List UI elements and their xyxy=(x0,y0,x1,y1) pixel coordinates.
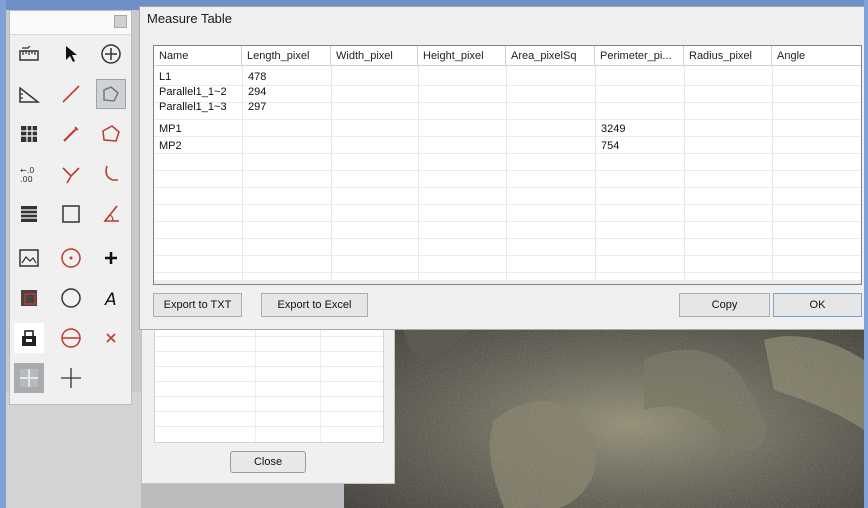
grid-line xyxy=(154,204,861,205)
cell-perimeter: 3249 xyxy=(601,123,626,135)
grid-line xyxy=(154,153,861,154)
column-header-radius[interactable]: Radius_pixel xyxy=(684,46,772,66)
cell-perimeter: 754 xyxy=(601,140,620,152)
decimal-precision-icon[interactable]: ←.0.00 xyxy=(14,159,44,189)
grid-line xyxy=(331,66,332,284)
workspace-lower xyxy=(6,392,141,508)
grid-row xyxy=(155,412,383,427)
grid-row xyxy=(155,367,383,382)
grid-line xyxy=(154,136,861,137)
line-tool-icon[interactable] xyxy=(56,79,86,109)
svg-text:←.0: ←.0 xyxy=(20,166,34,175)
dialog-title: Measure Table xyxy=(147,11,233,26)
measure-table[interactable]: Name Length_pixel Width_pixel Height_pix… xyxy=(153,45,862,285)
column-header-height[interactable]: Height_pixel xyxy=(418,46,506,66)
polyline-tool-icon[interactable] xyxy=(96,79,126,109)
rectangle-tool-icon[interactable] xyxy=(56,199,86,229)
delete-x-icon[interactable] xyxy=(96,323,126,353)
cell-name: Parallel1_1~2 xyxy=(159,86,227,98)
horizontal-scrollbar[interactable] xyxy=(154,280,861,284)
grid-line xyxy=(154,221,861,222)
grid-row xyxy=(155,352,383,367)
grid-line xyxy=(154,187,861,188)
svg-text:.00: .00 xyxy=(20,175,33,184)
grid-row xyxy=(155,337,383,352)
copy-button[interactable]: Copy xyxy=(679,293,770,317)
cell-name: MP1 xyxy=(159,123,182,135)
grid-line xyxy=(154,170,861,171)
grid-line xyxy=(684,66,685,284)
measure-list-grid xyxy=(154,321,384,443)
column-header-perimeter[interactable]: Perimeter_pi... xyxy=(595,46,684,66)
palette-close-icon[interactable] xyxy=(114,15,127,28)
ok-button[interactable]: OK xyxy=(773,293,862,317)
crosshair-line-icon[interactable] xyxy=(56,363,86,393)
grid-line xyxy=(506,66,507,284)
cell-name: L1 xyxy=(159,71,172,83)
cell-name: Parallel1_1~3 xyxy=(159,101,227,113)
circle-center-icon[interactable] xyxy=(56,243,86,273)
close-button[interactable]: Close xyxy=(230,451,306,473)
grid-line xyxy=(242,66,243,284)
grid-line xyxy=(154,238,861,239)
grid-line xyxy=(154,255,861,256)
cell-length: 294 xyxy=(248,86,267,98)
window-left-frame xyxy=(0,0,6,508)
arc-tool-icon[interactable] xyxy=(96,159,126,189)
column-header-length[interactable]: Length_pixel xyxy=(242,46,331,66)
pencil-line-icon[interactable] xyxy=(56,119,86,149)
column-header-angle[interactable]: Angle xyxy=(772,46,861,66)
tool-palette: ←.0.00 A xyxy=(9,10,132,405)
tool-palette-header xyxy=(10,11,131,35)
grid-line xyxy=(154,272,861,273)
grid-line xyxy=(772,66,773,284)
polygon-tool-icon[interactable] xyxy=(96,119,126,149)
column-header-width[interactable]: Width_pixel xyxy=(331,46,418,66)
lock-print-icon[interactable] xyxy=(14,323,44,353)
export-excel-button[interactable]: Export to Excel xyxy=(261,293,368,317)
angle-measure-icon[interactable] xyxy=(96,199,126,229)
grid-line xyxy=(418,66,419,284)
measure-table-dialog: Measure Table Name Length_pixel Width_pi… xyxy=(139,6,868,330)
grid-row xyxy=(155,397,383,412)
list-table-icon[interactable] xyxy=(14,199,44,229)
grid-row xyxy=(155,382,383,397)
table-grid-icon[interactable] xyxy=(14,119,44,149)
svg-text:A: A xyxy=(104,290,117,310)
crop-icon[interactable] xyxy=(14,283,44,313)
camera-image[interactable] xyxy=(344,300,864,508)
text-tool-icon[interactable]: A xyxy=(96,283,126,313)
image-view-icon[interactable] xyxy=(14,243,44,273)
cell-length: 297 xyxy=(248,101,267,113)
point-plus-icon[interactable] xyxy=(96,243,126,273)
calibration-ruler-icon[interactable] xyxy=(14,39,44,69)
circle-diameter-icon[interactable] xyxy=(56,323,86,353)
column-header-name[interactable]: Name xyxy=(154,46,242,66)
coin-image xyxy=(344,300,864,508)
cell-name: MP2 xyxy=(159,140,182,152)
grid-cross-icon[interactable] xyxy=(14,363,44,393)
grid-line xyxy=(595,66,596,284)
angle-lines-icon[interactable] xyxy=(56,159,86,189)
column-header-area[interactable]: Area_pixelSq xyxy=(506,46,595,66)
ruler-icon[interactable] xyxy=(14,79,44,109)
window-right-frame xyxy=(864,0,868,508)
export-txt-button[interactable]: Export to TXT xyxy=(153,293,242,317)
pointer-arrow-icon[interactable] xyxy=(56,39,86,69)
grid-line xyxy=(154,119,861,120)
table-header: Name Length_pixel Width_pixel Height_pix… xyxy=(154,46,861,66)
crosshair-circle-icon[interactable] xyxy=(96,39,126,69)
cell-length: 478 xyxy=(248,71,267,83)
circle-tool-icon[interactable] xyxy=(56,283,86,313)
